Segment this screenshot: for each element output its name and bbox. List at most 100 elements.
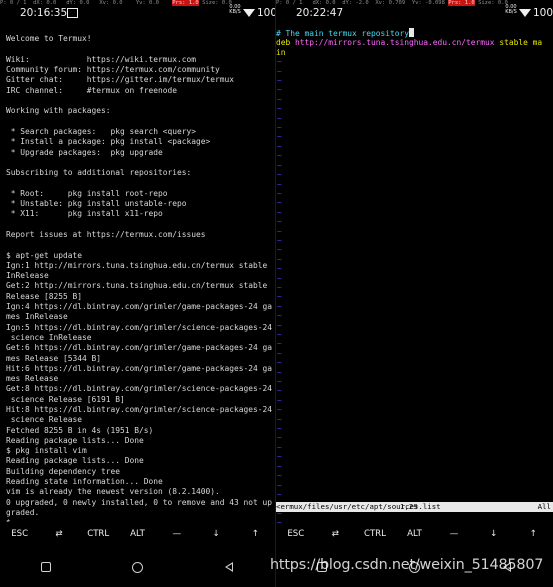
vim-tilde: ~ (277, 217, 282, 227)
vim-status-line: <ermux/files/usr/etc/apt/sources.list 1,2… (276, 502, 553, 512)
vim-tilde: ~ (277, 386, 282, 396)
terminal-line: Subscribing to additional repositories: (6, 168, 192, 178)
vim-tilde: ~ (277, 179, 282, 189)
vim-tilde: ~ (277, 132, 282, 142)
vim-comment-line: # The main termux repository (276, 29, 410, 38)
terminal-line: * Upgrade packages: pkg upgrade (6, 147, 163, 157)
terminal-line: Reading state information... Done (6, 477, 163, 487)
vim-tilde: ~ (277, 282, 282, 292)
extra-keys-row: ESC ⇄ CTRL ALT — ↓ ↑ (0, 525, 275, 543)
dash-key[interactable]: — (157, 525, 196, 543)
terminal-line: science Release [6191 B] (6, 394, 125, 404)
vim-tilde: ~ (277, 452, 282, 462)
recents-button[interactable] (0, 562, 92, 572)
vim-cursor (409, 28, 415, 37)
up-key[interactable]: ↑ (513, 525, 553, 543)
terminal-line: InRelease (6, 271, 49, 281)
system-nav-bar (0, 551, 275, 583)
vim-tilde: ~ (277, 348, 282, 358)
vim-tilde: ~ (277, 188, 282, 198)
down-key[interactable]: ↓ (474, 525, 514, 543)
dash-key[interactable]: — (434, 525, 474, 543)
down-key[interactable]: ↓ (196, 525, 235, 543)
vim-tilde: ~ (277, 76, 282, 86)
vim-empty-lines: ~ ~ ~ ~ ~ ~ ~ ~ ~ ~ ~ ~ ~ ~ ~ ~ ~ ~ ~ ~ … (276, 57, 282, 527)
alt-key[interactable]: ALT (395, 525, 435, 543)
vim-deb-url: http://mirrors.tuna.tsinghua.edu.cn/term… (295, 38, 495, 48)
watermark: https://blog.csdn.net/weixin_51485807 (270, 557, 544, 573)
vim-tilde: ~ (277, 94, 282, 104)
terminal-line: * Search packages: pkg search <query> (6, 126, 197, 136)
terminal-line: Reading package lists... Done (6, 456, 144, 466)
up-key[interactable]: ↑ (236, 525, 275, 543)
vim-tilde: ~ (277, 264, 282, 274)
alt-key[interactable]: ALT (118, 525, 157, 543)
vim-tilde: ~ (277, 198, 282, 208)
terminal-line: $ (6, 518, 11, 522)
vim-status-all: All (537, 502, 551, 511)
vim-tilde: ~ (277, 160, 282, 170)
terminal-line: 0 upgraded, 0 newly installed, 0 to remo… (6, 497, 273, 507)
terminal-line: Hit:6 https://dl.bintray.com/grimler/gam… (6, 363, 273, 373)
vim-tilde: ~ (277, 104, 282, 114)
back-button[interactable] (183, 562, 275, 572)
terminal-line: Ign:1 http://mirrors.tuna.tsinghua.edu.c… (6, 260, 268, 270)
vim-tilde: ~ (277, 489, 282, 499)
esc-key[interactable]: ESC (276, 525, 316, 543)
terminal-line: Welcome to Termux! (6, 34, 92, 44)
terminal-line: * Unstable: pkg install unstable-repo (6, 199, 187, 209)
terminal-line: * Root: pkg install root-repo (6, 188, 168, 198)
clock: 20:16:35 (20, 7, 68, 19)
triangle-back-icon (225, 562, 234, 572)
square-icon (40, 562, 51, 572)
vim-tilde: ~ (277, 395, 282, 405)
terminal-line: graded. (6, 507, 40, 517)
vim-tilde: ~ (277, 433, 282, 443)
vim-tilde: ~ (277, 358, 282, 368)
vim-tilde: ~ (277, 226, 282, 236)
terminal-line: IRC channel: #termux on freenode (6, 85, 178, 95)
battery-level: 100% (257, 7, 275, 19)
terminal-line: Building dependency tree (6, 466, 121, 476)
vim-tilde: ~ (277, 320, 282, 330)
circle-icon (132, 561, 143, 573)
vim-tilde: ~ (277, 123, 282, 133)
terminal-line: science InRelease (6, 332, 92, 342)
vim-tilde: ~ (277, 405, 282, 415)
home-button[interactable] (92, 561, 184, 573)
wifi-icon (519, 9, 531, 17)
vim-status-position: 1,29 (400, 502, 418, 511)
notification-icon (67, 8, 78, 18)
terminal-line: Fetched 8255 B in 4s (1951 B/s) (6, 425, 154, 435)
terminal-line: Get:2 http://mirrors.tuna.tsinghua.edu.c… (6, 281, 268, 291)
ctrl-key[interactable]: CTRL (355, 525, 395, 543)
esc-key[interactable]: ESC (0, 525, 39, 543)
vim-tilde: ~ (277, 339, 282, 349)
terminal-line: Gitter chat: https://gitter.im/termux/te… (6, 75, 235, 85)
terminal-line: mes InRelease (6, 312, 68, 322)
vim-tilde: ~ (277, 141, 282, 151)
ctrl-key[interactable]: CTRL (79, 525, 118, 543)
terminal-line: Reading package lists... Done (6, 435, 144, 445)
tab-key[interactable]: ⇄ (316, 525, 356, 543)
terminal-line: Ign:5 https://dl.bintray.com/grimler/sci… (6, 322, 273, 332)
vim-tilde: ~ (277, 66, 282, 76)
terminal-output[interactable]: Welcome to Termux! Wiki: https://wiki.te… (6, 24, 273, 522)
network-speed: 0.00 KB/S (504, 5, 518, 15)
terminal-line: * Install a package: pkg install <packag… (6, 137, 211, 147)
vim-deb-suite-wrap: in (276, 47, 286, 57)
terminal-line: Get:8 https://dl.bintray.com/grimler/sci… (6, 384, 273, 394)
network-speed: 0.00 KB/S (228, 5, 242, 15)
vim-editor[interactable]: # The main termux repository deb http://… (276, 28, 553, 528)
vim-tilde: ~ (277, 424, 282, 434)
terminal-line: mes Release (6, 374, 59, 384)
terminal-line: science Release (6, 415, 83, 425)
battery-level: 100% (533, 7, 553, 19)
tab-key[interactable]: ⇄ (39, 525, 78, 543)
vim-tilde: ~ (277, 85, 282, 95)
extra-keys-row: ESC ⇄ CTRL ALT — ↓ ↑ (276, 525, 553, 543)
vim-tilde: ~ (277, 245, 282, 255)
terminal-line: $ pkg install vim (6, 446, 87, 456)
terminal-line: Ign:4 https://dl.bintray.com/grimler/gam… (6, 302, 273, 312)
vim-tilde: ~ (277, 367, 282, 377)
